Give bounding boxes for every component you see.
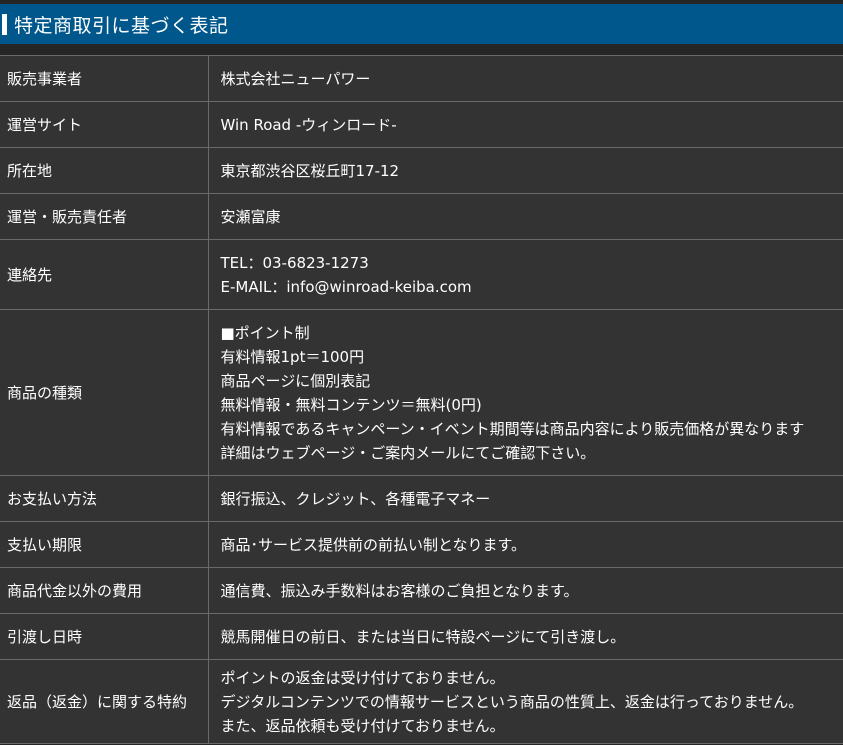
row-label: 商品代金以外の費用 [0,567,209,614]
value-line: デジタルコンテンツでの情報サービスという商品の性質上、返金は行っておりません。 [220,692,804,711]
value-line: 有料情報1pt＝100円 [220,347,365,366]
value-line: Win Road -ウィンロード- [220,115,397,134]
section-header: 特定商取引に基づく表記 [0,4,843,44]
row-value: ポイントの返金は受け付けておりません。デジタルコンテンツでの情報サービスという商… [208,659,843,744]
row-value: 東京都渋谷区桜丘町17-12 [208,147,843,194]
value-line: 商品･サービス提供前の前払い制となります。 [220,535,527,554]
table-row: 商品代金以外の費用 通信費、振込み手数料はお客様のご負担となります。 [0,567,843,614]
value-line: 銀行振込、クレジット、各種電子マネー [220,489,491,508]
table-row: 支払い期限 商品･サービス提供前の前払い制となります。 [0,521,843,568]
value-line: 安瀬富康 [220,207,281,226]
table-row: 返品（返金）に関する特約 ポイントの返金は受け付けておりません。デジタルコンテンツ… [0,659,843,744]
row-label: 運営・販売責任者 [0,193,209,240]
value-line: 有料情報であるキャンペーン・イベント期間等は商品内容により販売価格が異なります [220,419,805,438]
row-label: 返品（返金）に関する特約 [0,659,209,744]
value-line: TEL：03-6823-1273 [220,253,369,272]
page: 特定商取引に基づく表記 販売事業者 株式会社ニューパワー 運営サイト Win Road… [0,0,843,745]
value-line: 商品ページに個別表記 [220,371,371,390]
row-value: TEL：03-6823-1273 E-MAIL：info@winroad-keib… [208,239,843,310]
row-label: 運営サイト [0,101,209,148]
value-line: E-MAIL：info@winroad-keiba.com [220,277,472,296]
header-accent-bar [2,13,7,35]
table-row: 引渡し日時 競馬開催日の前日、または当日に特設ページにて引き渡し。 [0,613,843,660]
value-line: ポイントの返金は受け付けておりません。 [220,668,505,687]
value-line: 通信費、振込み手数料はお客様のご負担となります。 [220,581,579,600]
value-line: 詳細はウェブページ・ご案内メールにてご確認下さい。 [220,443,596,462]
row-label: 引渡し日時 [0,613,209,660]
row-value: Win Road -ウィンロード- [208,101,843,148]
table-row: 所在地 東京都渋谷区桜丘町17-12 [0,147,843,194]
row-label: 支払い期限 [0,521,209,568]
row-label: お支払い方法 [0,475,209,522]
value-line: また、返品依頼も受け付けておりません。 [220,716,505,735]
row-label: 所在地 [0,147,209,194]
table-row: 運営・販売責任者 安瀬富康 [0,193,843,240]
value-line: 競馬開催日の前日、または当日に特設ページにて引き渡し。 [220,627,626,646]
row-value: 株式会社ニューパワー [208,55,843,102]
row-value: 銀行振込、クレジット、各種電子マネー [208,475,843,522]
page-title: 特定商取引に基づく表記 [14,14,229,37]
row-value: 商品･サービス提供前の前払い制となります。 [208,521,843,568]
row-label: 連絡先 [0,239,209,310]
row-label: 商品の種類 [0,309,209,476]
row-value: 競馬開催日の前日、または当日に特設ページにて引き渡し。 [208,613,843,660]
legal-info-table: 販売事業者 株式会社ニューパワー 運営サイト Win Road -ウィンロード- 所在地… [0,55,843,744]
value-line: ■ポイント制 [220,323,310,342]
header-gap [0,44,843,55]
value-line: 東京都渋谷区桜丘町17-12 [220,161,400,180]
legal-info-table-body: 販売事業者 株式会社ニューパワー 運営サイト Win Road -ウィンロード- 所在地… [0,55,843,744]
table-row: 販売事業者 株式会社ニューパワー [0,55,843,102]
table-row: 商品の種類 ■ポイント制 有料情報1pt＝100円 商品ページに個別表記 無料情報・無料… [0,309,843,476]
table-row: 連絡先 TEL：03-6823-1273 E-MAIL：info@winroad-k… [0,239,843,310]
row-value: ■ポイント制有料情報1pt＝100円 商品ページに個別表記無料情報・無料コンテンツ… [208,309,843,476]
table-row: お支払い方法 銀行振込、クレジット、各種電子マネー [0,475,843,522]
row-label: 販売事業者 [0,55,209,102]
table-row: 運営サイト Win Road -ウィンロード- [0,101,843,148]
value-line: 株式会社ニューパワー [220,69,371,88]
row-value: 安瀬富康 [208,193,843,240]
value-line: 無料情報・無料コンテンツ＝無料(0円) [220,395,482,414]
row-value: 通信費、振込み手数料はお客様のご負担となります。 [208,567,843,614]
